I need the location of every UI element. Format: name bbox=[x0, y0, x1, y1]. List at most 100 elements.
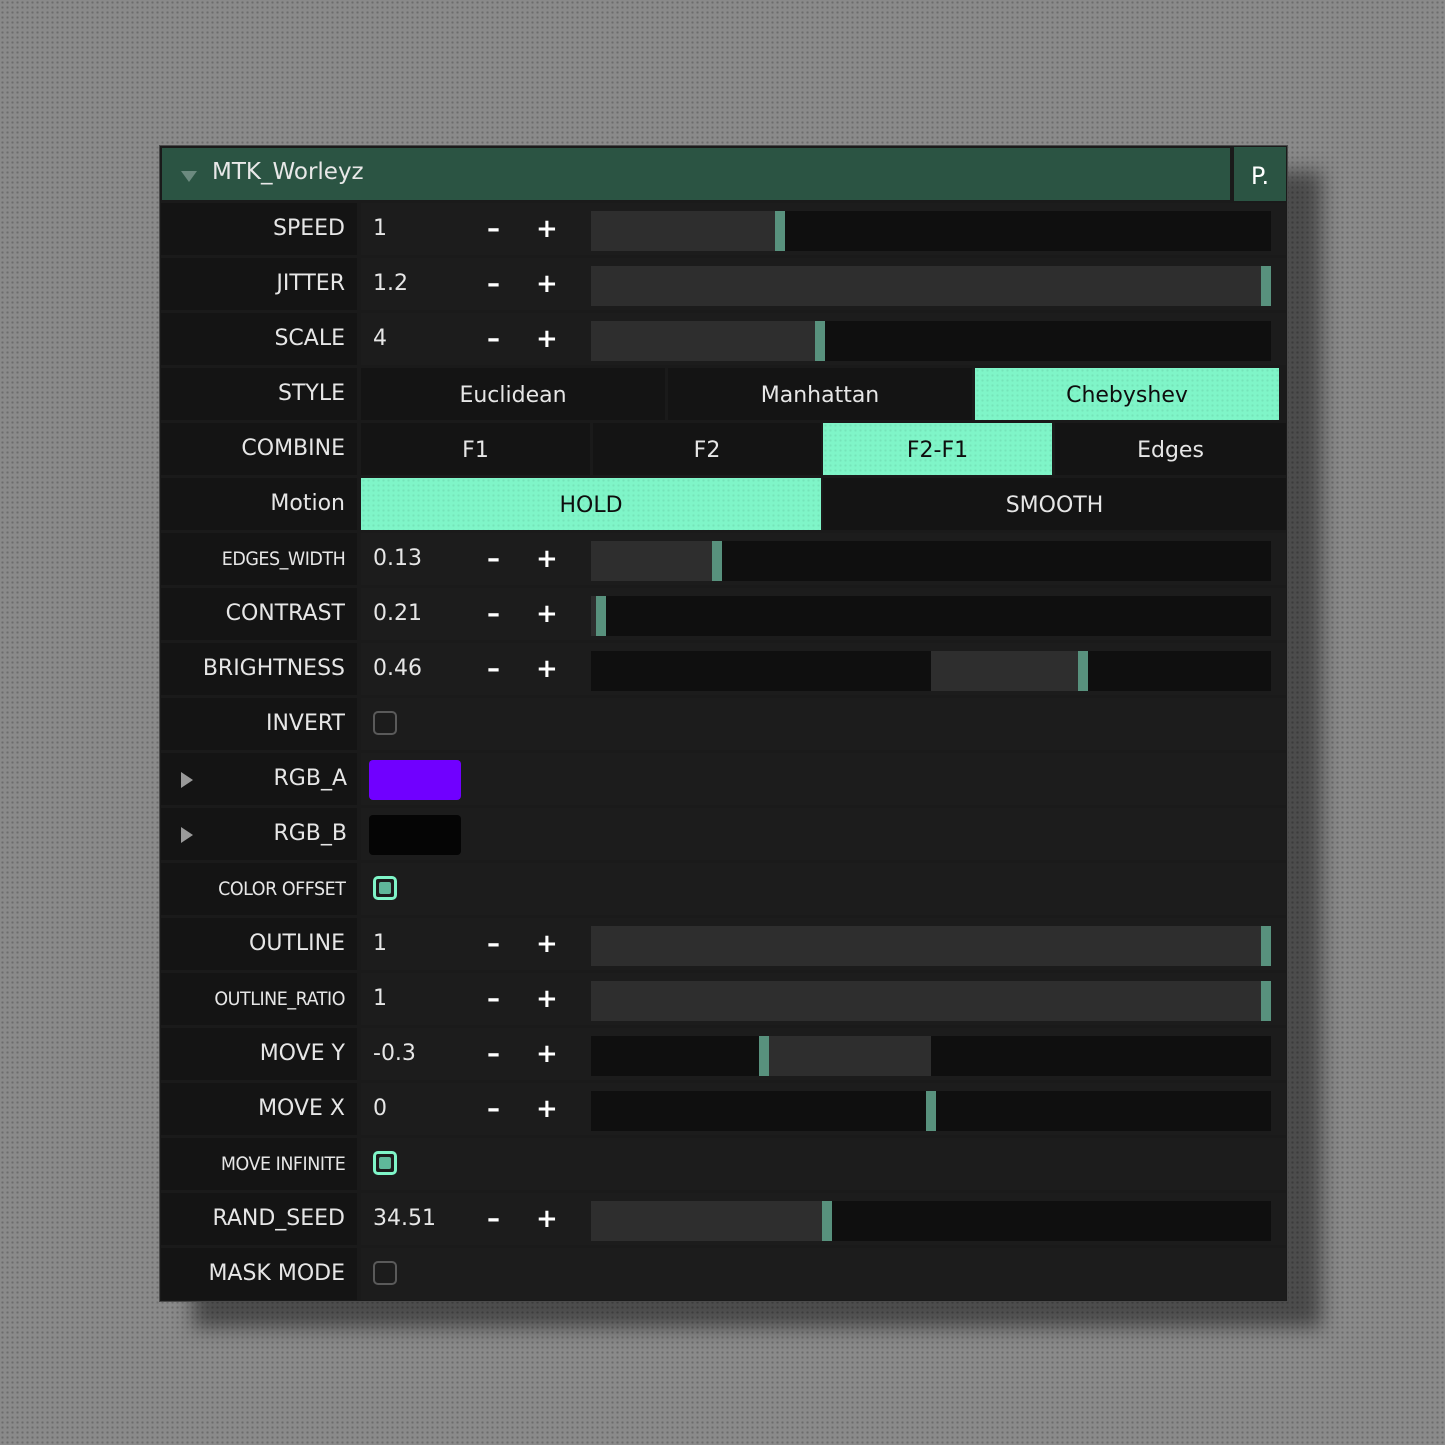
header-title-bar[interactable]: MTK_Worleyz bbox=[161, 147, 1231, 201]
speed-slider[interactable] bbox=[591, 211, 1271, 251]
brightness-increment-button[interactable]: + bbox=[536, 643, 558, 695]
control-cell: -0.3 – + bbox=[361, 1028, 1286, 1080]
contrast-value-field[interactable]: 0.21 bbox=[373, 588, 422, 640]
combine-option-f2[interactable]: F2 bbox=[593, 423, 821, 475]
move-infinite-checkbox[interactable] bbox=[373, 1151, 397, 1175]
control-cell bbox=[361, 1138, 1286, 1190]
scale-value-field[interactable]: 4 bbox=[373, 313, 387, 365]
combine-option-f2-f1[interactable]: F2-F1 bbox=[823, 423, 1052, 475]
control-cell: HOLD SMOOTH bbox=[361, 478, 1286, 530]
jitter-value-field[interactable]: 1.2 bbox=[373, 258, 408, 310]
param-row-scale: SCALE 4 – + bbox=[161, 313, 1286, 365]
color-offset-checkbox[interactable] bbox=[373, 876, 397, 900]
scale-decrement-button[interactable]: – bbox=[487, 313, 500, 365]
move-y-value-field[interactable]: -0.3 bbox=[373, 1028, 416, 1080]
speed-value-field[interactable]: 1 bbox=[373, 203, 387, 255]
slider-handle[interactable] bbox=[822, 1201, 833, 1241]
rand-seed-value-field[interactable]: 34.51 bbox=[373, 1193, 436, 1245]
control-cell: 4 – + bbox=[361, 313, 1286, 365]
node-panel: MTK_Worleyz P. SPEED 1 – + JITTER 1.2 – … bbox=[159, 145, 1288, 1302]
param-label: MOVE INFINITE bbox=[220, 1153, 345, 1175]
slider-fill bbox=[931, 651, 1084, 691]
outline-ratio-slider[interactable] bbox=[591, 981, 1271, 1021]
style-option-euclidean[interactable]: Euclidean bbox=[361, 368, 665, 420]
edges-width-value-field[interactable]: 0.13 bbox=[373, 533, 422, 585]
move-x-decrement-button[interactable]: – bbox=[487, 1083, 500, 1135]
move-y-increment-button[interactable]: + bbox=[536, 1028, 558, 1080]
motion-option-smooth[interactable]: SMOOTH bbox=[823, 478, 1286, 530]
scale-slider[interactable] bbox=[591, 321, 1271, 361]
slider-handle[interactable] bbox=[711, 541, 722, 581]
control-cell: 0.21 – + bbox=[361, 588, 1286, 640]
param-row-invert: INVERT bbox=[161, 698, 1286, 750]
mask-mode-checkbox[interactable] bbox=[373, 1261, 397, 1285]
outline-ratio-value-field[interactable]: 1 bbox=[373, 973, 387, 1025]
rand-seed-decrement-button[interactable]: – bbox=[487, 1193, 500, 1245]
brightness-value-field[interactable]: 0.46 bbox=[373, 643, 422, 695]
control-cell: 1.2 – + bbox=[361, 258, 1286, 310]
control-cell: 34.51 – + bbox=[361, 1193, 1286, 1245]
slider-handle[interactable] bbox=[1078, 651, 1089, 691]
slider-handle[interactable] bbox=[758, 1036, 769, 1076]
jitter-decrement-button[interactable]: – bbox=[487, 258, 500, 310]
slider-handle[interactable] bbox=[1261, 981, 1271, 1021]
edges-width-increment-button[interactable]: + bbox=[536, 533, 558, 585]
rand-seed-slider[interactable] bbox=[591, 1201, 1271, 1241]
triangle-right-icon[interactable] bbox=[181, 827, 193, 843]
param-label: EDGES_WIDTH bbox=[221, 548, 345, 570]
outline-ratio-increment-button[interactable]: + bbox=[536, 973, 558, 1025]
style-option-chebyshev[interactable]: Chebyshev bbox=[975, 368, 1279, 420]
combine-option-edges[interactable]: Edges bbox=[1055, 423, 1286, 475]
outline-decrement-button[interactable]: – bbox=[487, 918, 500, 970]
outline-value-field[interactable]: 1 bbox=[373, 918, 387, 970]
move-x-increment-button[interactable]: + bbox=[536, 1083, 558, 1135]
jitter-slider[interactable] bbox=[591, 266, 1271, 306]
param-row-move-x: MOVE X 0 – + bbox=[161, 1083, 1286, 1135]
outline-slider[interactable] bbox=[591, 926, 1271, 966]
brightness-slider[interactable] bbox=[591, 651, 1271, 691]
edges-width-slider[interactable] bbox=[591, 541, 1271, 581]
slider-handle[interactable] bbox=[815, 321, 826, 361]
slider-handle[interactable] bbox=[1261, 266, 1271, 306]
invert-checkbox[interactable] bbox=[373, 711, 397, 735]
slider-handle[interactable] bbox=[595, 596, 606, 636]
slider-handle[interactable] bbox=[1261, 926, 1271, 966]
contrast-decrement-button[interactable]: – bbox=[487, 588, 500, 640]
combine-option-f1[interactable]: F1 bbox=[361, 423, 590, 475]
move-y-decrement-button[interactable]: – bbox=[487, 1028, 500, 1080]
param-label: BRIGHTNESS bbox=[202, 656, 345, 681]
edges-width-decrement-button[interactable]: – bbox=[487, 533, 500, 585]
move-y-slider[interactable] bbox=[591, 1036, 1271, 1076]
rgb-b-color-swatch[interactable] bbox=[369, 815, 461, 855]
scale-increment-button[interactable]: + bbox=[536, 313, 558, 365]
control-cell: F1 F2 F2-F1 Edges bbox=[361, 423, 1286, 475]
param-label: SPEED bbox=[273, 216, 345, 241]
jitter-increment-button[interactable]: + bbox=[536, 258, 558, 310]
rand-seed-increment-button[interactable]: + bbox=[536, 1193, 558, 1245]
outline-increment-button[interactable]: + bbox=[536, 918, 558, 970]
style-option-manhattan[interactable]: Manhattan bbox=[668, 368, 972, 420]
move-x-value-field[interactable]: 0 bbox=[373, 1083, 387, 1135]
motion-option-hold[interactable]: HOLD bbox=[361, 478, 821, 530]
brightness-decrement-button[interactable]: – bbox=[487, 643, 500, 695]
rgb-a-color-swatch[interactable] bbox=[369, 760, 461, 800]
slider-handle[interactable] bbox=[926, 1091, 936, 1131]
triangle-right-icon[interactable] bbox=[181, 772, 193, 788]
slider-fill bbox=[591, 926, 1261, 966]
contrast-increment-button[interactable]: + bbox=[536, 588, 558, 640]
param-row-move-y: MOVE Y -0.3 – + bbox=[161, 1028, 1286, 1080]
param-row-mask-mode: MASK MODE bbox=[161, 1248, 1286, 1300]
param-row-rgb-b: RGB_B bbox=[161, 808, 1286, 860]
speed-decrement-button[interactable]: – bbox=[487, 203, 500, 255]
control-cell bbox=[361, 698, 1286, 750]
speed-increment-button[interactable]: + bbox=[536, 203, 558, 255]
move-x-slider[interactable] bbox=[591, 1091, 1271, 1131]
label-cell: OUTLINE bbox=[161, 918, 357, 970]
label-cell: MOVE X bbox=[161, 1083, 357, 1135]
slider-handle[interactable] bbox=[775, 211, 786, 251]
panel-title: MTK_Worleyz bbox=[212, 159, 364, 185]
triangle-down-icon[interactable] bbox=[181, 171, 197, 182]
preset-menu-button[interactable]: P. bbox=[1234, 147, 1286, 201]
contrast-slider[interactable] bbox=[591, 596, 1271, 636]
outline-ratio-decrement-button[interactable]: – bbox=[487, 973, 500, 1025]
